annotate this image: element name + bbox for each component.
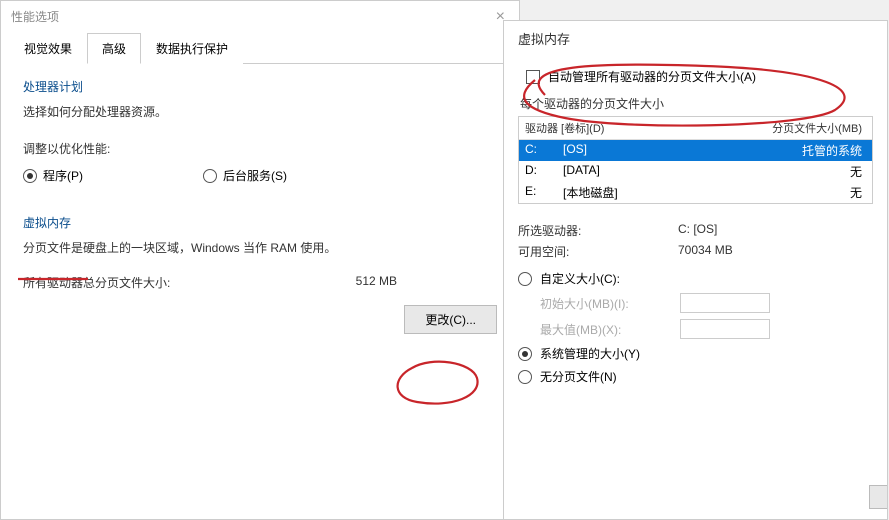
processor-desc: 选择如何分配处理器资源。	[23, 103, 497, 120]
radio-icon	[203, 169, 217, 183]
initial-size-label: 初始大小(MB)(I):	[540, 295, 670, 312]
partial-button[interactable]	[869, 485, 887, 509]
checkbox-icon[interactable]	[526, 70, 540, 84]
drive-pagefile: 无	[717, 161, 872, 182]
custom-size-label: 自定义大小(C):	[540, 270, 620, 287]
radio-icon	[518, 347, 532, 361]
header-pagefile: 分页文件大小(MB)	[719, 117, 872, 139]
drive-pagefile: 无	[717, 182, 872, 203]
radio-custom-size[interactable]: 自定义大小(C):	[518, 270, 873, 287]
vm-group-title: 虚拟内存	[23, 214, 497, 231]
radio-system-managed[interactable]: 系统管理的大小(Y)	[518, 345, 873, 362]
selected-drive-label: 所选驱动器:	[518, 222, 678, 239]
dialog-title: 性能选项	[1, 1, 519, 32]
selected-drive-value: C: [OS]	[678, 222, 717, 239]
drive-letter: C:	[519, 140, 557, 161]
header-drive: 驱动器 [卷标](D)	[519, 117, 719, 139]
system-managed-label: 系统管理的大小(Y)	[540, 345, 640, 362]
tab-advanced[interactable]: 高级	[87, 33, 141, 64]
drive-table: 驱动器 [卷标](D) 分页文件大小(MB) C:[OS]托管的系统D:[DAT…	[518, 116, 873, 204]
adjust-label: 调整以优化性能:	[23, 140, 497, 157]
drive-label: [本地磁盘]	[557, 182, 717, 203]
radio-icon	[518, 370, 532, 384]
no-pagefile-label: 无分页文件(N)	[540, 368, 617, 385]
drive-letter: D:	[519, 161, 557, 182]
tab-dep[interactable]: 数据执行保护	[141, 33, 243, 64]
radio-icon	[23, 169, 37, 183]
initial-size-input	[680, 293, 770, 313]
virtual-memory-dialog: 虚拟内存 自动管理所有驱动器的分页文件大小(A) 每个驱动器的分页文件大小 驱动…	[503, 20, 888, 520]
drive-row[interactable]: E:[本地磁盘]无	[519, 182, 872, 203]
performance-options-dialog: 性能选项 × 视觉效果 高级 数据执行保护 处理器计划 选择如何分配处理器资源。…	[0, 0, 520, 520]
radio-icon	[518, 272, 532, 286]
vm-dialog-title: 虚拟内存	[504, 21, 887, 56]
free-space-value: 70034 MB	[678, 243, 733, 260]
drive-letter: E:	[519, 182, 557, 203]
free-space-label: 可用空间:	[518, 243, 678, 260]
max-size-label: 最大值(MB)(X):	[540, 321, 670, 338]
radio-programs-label: 程序(P)	[43, 167, 83, 184]
radio-programs[interactable]: 程序(P)	[23, 167, 83, 184]
change-button[interactable]: 更改(C)...	[404, 305, 497, 334]
per-drive-label: 每个驱动器的分页文件大小	[520, 95, 873, 112]
radio-background-label: 后台服务(S)	[223, 167, 287, 184]
drive-pagefile: 托管的系统	[717, 140, 872, 161]
tab-visual-effects[interactable]: 视觉效果	[9, 33, 87, 64]
processor-group-title: 处理器计划	[23, 78, 497, 95]
drive-table-header: 驱动器 [卷标](D) 分页文件大小(MB)	[519, 117, 872, 140]
radio-no-pagefile[interactable]: 无分页文件(N)	[518, 368, 873, 385]
vm-total-value: 512 MB	[356, 274, 397, 291]
annotation-underline-icon	[18, 276, 88, 284]
drive-row[interactable]: C:[OS]托管的系统	[519, 140, 872, 161]
drive-row[interactable]: D:[DATA]无	[519, 161, 872, 182]
drive-label: [DATA]	[557, 161, 717, 182]
vm-desc: 分页文件是硬盘上的一块区域，Windows 当作 RAM 使用。	[23, 239, 497, 256]
max-size-input	[680, 319, 770, 339]
auto-manage-label: 自动管理所有驱动器的分页文件大小(A)	[548, 68, 756, 85]
tab-bar: 视觉效果 高级 数据执行保护	[9, 32, 511, 64]
auto-manage-row[interactable]: 自动管理所有驱动器的分页文件大小(A)	[526, 68, 873, 85]
drive-label: [OS]	[557, 140, 717, 161]
radio-background[interactable]: 后台服务(S)	[203, 167, 287, 184]
